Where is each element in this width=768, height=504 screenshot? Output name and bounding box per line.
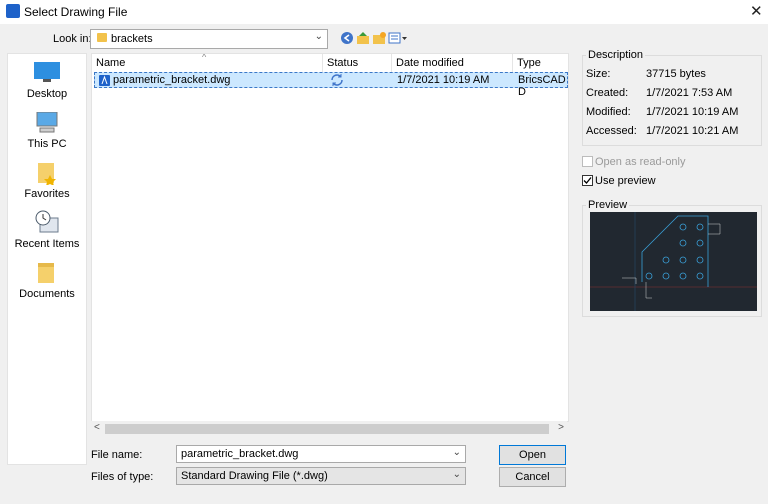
column-label: Status bbox=[327, 57, 359, 69]
use-preview-checkbox[interactable] bbox=[582, 175, 593, 186]
place-recent-items[interactable]: Recent Items bbox=[8, 210, 86, 254]
scrollbar-thumb[interactable] bbox=[105, 424, 549, 434]
cancel-button[interactable]: Cancel bbox=[499, 467, 566, 487]
created-label: Created: bbox=[586, 87, 629, 99]
documents-folder-icon bbox=[36, 261, 58, 288]
sync-status-icon bbox=[330, 73, 344, 90]
file-type: BricsCAD D bbox=[518, 74, 566, 98]
place-label: Documents bbox=[19, 288, 75, 300]
place-this-pc[interactable]: This PC bbox=[8, 110, 86, 154]
place-label: Favorites bbox=[24, 188, 70, 200]
file-row[interactable]: parametric_bracket.dwg 1/7/2021 10:19 AM… bbox=[94, 72, 568, 98]
title-bar: Select Drawing File ✕ bbox=[0, 0, 768, 24]
folder-icon bbox=[97, 33, 107, 42]
read-only-checkbox[interactable] bbox=[582, 156, 593, 167]
file-list[interactable]: Name ^ Status Date modified Type paramet… bbox=[91, 53, 569, 422]
accessed-label: Accessed: bbox=[586, 125, 637, 137]
file-name-label: File name: bbox=[91, 449, 143, 461]
file-type-label: Files of type: bbox=[91, 471, 154, 483]
size-label: Size: bbox=[586, 68, 611, 80]
scroll-right-icon[interactable]: > bbox=[558, 422, 564, 433]
favorites-folder-icon bbox=[36, 161, 58, 188]
open-button[interactable]: Open bbox=[499, 445, 566, 465]
chevron-down-icon: ⌄ bbox=[452, 469, 461, 480]
dwg-file-icon bbox=[99, 75, 110, 89]
drawing-preview bbox=[590, 212, 757, 311]
file-type-dropdown[interactable]: Standard Drawing File (*.dwg) ⌄ bbox=[176, 467, 466, 485]
column-header-date[interactable]: Date modified bbox=[392, 54, 513, 72]
back-icon[interactable] bbox=[340, 31, 354, 45]
column-label: Date modified bbox=[396, 57, 464, 69]
bracket-drawing bbox=[590, 212, 757, 311]
computer-icon bbox=[35, 111, 59, 139]
sort-up-icon: ^ bbox=[202, 53, 207, 62]
place-label: Desktop bbox=[26, 88, 68, 100]
recent-items-icon bbox=[34, 210, 60, 239]
look-in-value: brackets bbox=[111, 33, 153, 45]
read-only-label: Open as read-only bbox=[595, 156, 686, 168]
size-value: 37715 bytes bbox=[646, 68, 706, 80]
chevron-down-icon[interactable]: ⌄ bbox=[453, 447, 461, 458]
column-label: Name bbox=[96, 57, 126, 69]
modified-label: Modified: bbox=[586, 106, 631, 118]
window-title: Select Drawing File bbox=[24, 5, 128, 19]
desktop-icon bbox=[34, 62, 60, 87]
place-favorites[interactable]: Favorites bbox=[8, 160, 86, 204]
chevron-down-icon: ⌄ bbox=[314, 31, 323, 42]
place-label: This PC bbox=[27, 138, 67, 150]
file-name-input[interactable]: parametric_bracket.dwg ⌄ bbox=[176, 445, 466, 463]
place-label: Recent Items bbox=[14, 238, 80, 250]
checkmark-icon bbox=[583, 177, 592, 184]
place-documents[interactable]: Documents bbox=[8, 260, 86, 304]
column-header-type[interactable]: Type bbox=[513, 54, 568, 72]
created-value: 1/7/2021 7:53 AM bbox=[646, 87, 733, 99]
file-type-value: Standard Drawing File (*.dwg) bbox=[181, 470, 328, 482]
look-in-label: Look in: bbox=[53, 33, 92, 45]
accessed-value: 1/7/2021 10:21 AM bbox=[646, 125, 739, 137]
view-menu-icon[interactable] bbox=[388, 31, 408, 45]
places-bar: Desktop This PC Favorites Recent Items D… bbox=[7, 53, 87, 465]
place-desktop[interactable]: Desktop bbox=[8, 60, 86, 104]
new-folder-icon[interactable] bbox=[372, 31, 386, 45]
scroll-left-icon[interactable]: < bbox=[94, 422, 100, 433]
look-in-dropdown[interactable]: brackets ⌄ bbox=[90, 29, 328, 49]
column-label: Type bbox=[517, 57, 541, 69]
column-header-name[interactable]: Name ^ bbox=[92, 54, 323, 72]
file-name: parametric_bracket.dwg bbox=[113, 74, 231, 86]
use-preview-label: Use preview bbox=[595, 175, 656, 187]
file-date: 1/7/2021 10:19 AM bbox=[397, 74, 490, 86]
close-icon[interactable]: ✕ bbox=[750, 2, 763, 20]
preview-title: Preview bbox=[586, 199, 630, 211]
description-title: Description bbox=[586, 49, 646, 61]
horizontal-scrollbar[interactable]: < > bbox=[91, 421, 567, 437]
file-name-value: parametric_bracket.dwg bbox=[181, 448, 299, 460]
app-icon bbox=[6, 4, 20, 18]
column-header-status[interactable]: Status bbox=[323, 54, 392, 72]
modified-value: 1/7/2021 10:19 AM bbox=[646, 106, 739, 118]
up-folder-icon[interactable] bbox=[356, 31, 370, 45]
